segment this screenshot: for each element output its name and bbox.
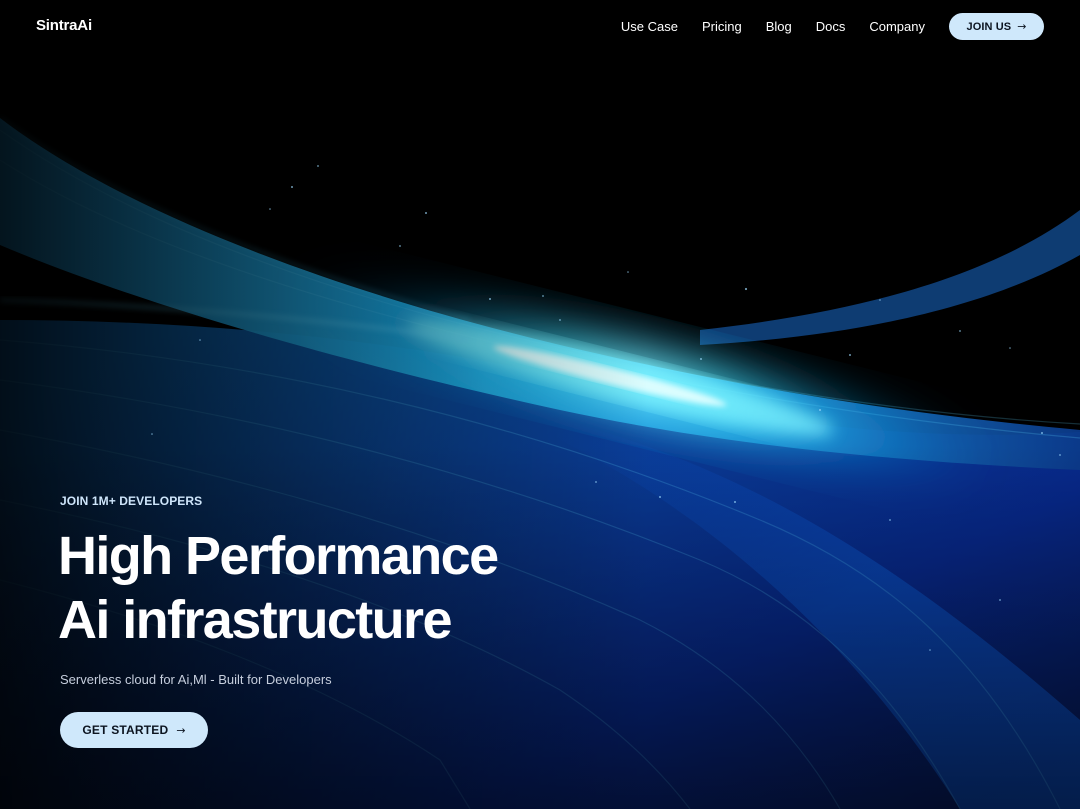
- hero-headline: High Performance Ai infrastructure: [58, 524, 499, 652]
- hero-eyebrow: JOIN 1M+ DEVELOPERS: [60, 494, 203, 508]
- join-us-button[interactable]: JOIN US →: [949, 13, 1044, 40]
- arrow-right-icon: →: [1017, 20, 1027, 33]
- top-nav: SintraAi Use Case Pricing Blog Docs Comp…: [0, 0, 1080, 54]
- get-started-button[interactable]: GET STARTED →: [60, 712, 208, 748]
- get-started-label: GET STARTED: [82, 723, 169, 737]
- nav-link-docs[interactable]: Docs: [816, 19, 846, 35]
- brand-logo[interactable]: SintraAi: [36, 17, 92, 34]
- landing-page: SintraAi Use Case Pricing Blog Docs Comp…: [0, 0, 1080, 809]
- nav-links: Use Case Pricing Blog Docs Company: [621, 19, 925, 35]
- nav-link-blog[interactable]: Blog: [766, 19, 792, 35]
- nav-link-use-case[interactable]: Use Case: [621, 19, 678, 35]
- arrow-right-icon: →: [176, 723, 186, 737]
- hero-subtitle: Serverless cloud for Ai,Ml - Built for D…: [60, 672, 332, 687]
- nav-link-company[interactable]: Company: [869, 19, 925, 35]
- nav-link-pricing[interactable]: Pricing: [702, 19, 742, 35]
- hero-headline-line-1: High Performance: [58, 526, 499, 586]
- hero-headline-line-2: Ai infrastructure: [58, 590, 452, 650]
- hero-light-wave-background: [0, 0, 1080, 809]
- join-us-label: JOIN US: [966, 20, 1012, 33]
